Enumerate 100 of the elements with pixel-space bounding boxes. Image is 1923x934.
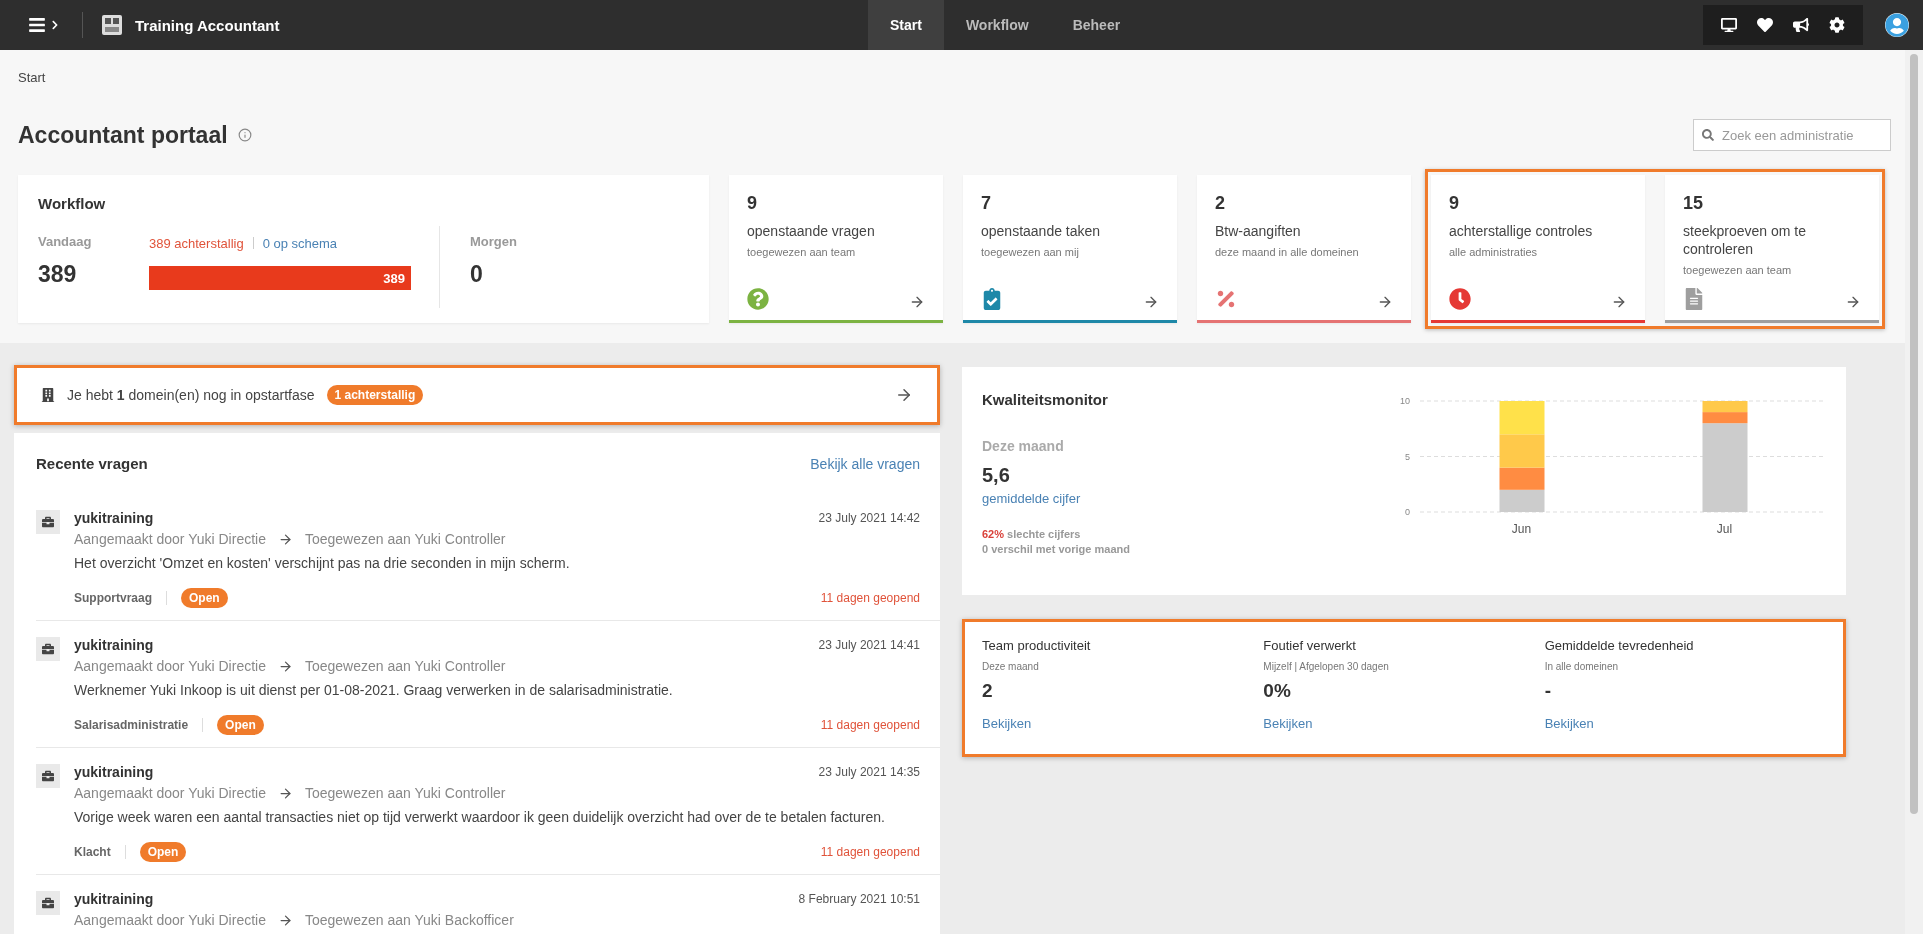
notice-bar[interactable]: Je hebt 1 domein(en) nog in opstartfase 1 achterstallig <box>14 365 940 425</box>
date-time: 23 July 2021 14:41 <box>818 638 920 652</box>
status-badge: 1 achterstallig <box>326 385 424 405</box>
status-badge: Open <box>139 842 187 862</box>
megaphone-icon[interactable] <box>1793 17 1809 33</box>
arrow-right-icon <box>277 785 293 801</box>
label: Morgen <box>470 234 517 249</box>
arrow-right-icon <box>1845 294 1861 310</box>
created-by: Aangemaakt door Yuki Directie <box>74 658 266 674</box>
progress-fill: 389 <box>149 266 411 290</box>
age-text: 11 dagen geopend <box>820 591 920 605</box>
bar-segment <box>1702 401 1748 413</box>
company-name: yukitraining <box>74 891 154 907</box>
assigned-to: Toegewezen aan Yuki Controller <box>304 658 506 674</box>
category: Klacht <box>74 845 126 859</box>
nav-tab[interactable]: Start <box>868 0 944 50</box>
arrow-right-icon <box>1377 294 1393 310</box>
score-link[interactable]: gemiddelde cijfer <box>982 491 1390 506</box>
company-name: yukitraining <box>74 510 154 526</box>
created-by: Aangemaakt door Yuki Directie <box>74 785 266 801</box>
axis-category-label: Jul <box>1716 522 1733 536</box>
summary-card[interactable]: 7 openstaande taken toegewezen aan mij <box>963 175 1177 323</box>
card-count: 7 <box>981 193 992 214</box>
card-subtitle: deze maand in alle domeinen <box>1215 246 1360 259</box>
arrow-right-icon <box>277 531 293 547</box>
summary-card[interactable]: 2 Btw-aangiften deze maand in alle domeinen <box>1197 175 1411 323</box>
category: Salarisadministratie <box>74 718 204 732</box>
notice-text: Je hebt 1 domein(en) nog in opstartfase <box>67 387 315 403</box>
assigned-to: Toegewezen aan Yuki Controller <box>304 531 506 547</box>
monitor-icon[interactable] <box>1721 17 1737 33</box>
card-count: 9 <box>747 193 758 214</box>
stat-title: Foutief verwerkt <box>1263 638 1357 653</box>
user-avatar-icon[interactable] <box>1885 13 1909 37</box>
arrow-right-icon <box>1611 294 1627 310</box>
tomorrow-value: 0 <box>470 261 484 288</box>
card-subtitle: toegewezen aan team <box>747 246 857 259</box>
stat-value: 0% <box>1263 680 1292 702</box>
assigned-to: Toegewezen aan Yuki Backofficer <box>304 912 514 928</box>
arrow-right-icon <box>277 912 293 928</box>
axis-tick-label: 10 <box>1400 396 1410 406</box>
today-value: 389 <box>38 261 78 288</box>
card-title: Btw-aangiften <box>1215 222 1302 241</box>
date-time: 23 July 2021 14:35 <box>818 765 920 779</box>
heart-icon[interactable] <box>1757 17 1773 33</box>
view-link[interactable]: Bekijken <box>1263 716 1545 731</box>
bar-segment <box>1499 401 1545 435</box>
company-name: yukitraining <box>74 637 154 653</box>
stat-subtitle: Deze maand <box>982 661 1040 672</box>
summary-card[interactable]: 15 steekproeven om te controleren toegewezen aan team <box>1665 175 1879 323</box>
age-text: 11 dagen geopend <box>820 845 920 859</box>
arrow-right-icon <box>277 658 293 674</box>
briefcase-icon <box>36 764 60 788</box>
axis-category-label: Jun <box>1511 522 1532 536</box>
view-link[interactable]: Bekijken <box>982 716 1264 731</box>
axis-tick-label: 0 <box>1405 507 1410 517</box>
date-time: 8 February 2021 10:51 <box>798 892 920 906</box>
created-by: Aangemaakt door Yuki Directie <box>74 912 266 928</box>
menu-icon <box>28 16 46 34</box>
stat-subtitle: In alle domeinen <box>1544 661 1620 672</box>
date-time: 23 July 2021 14:42 <box>818 511 920 525</box>
card-title: Workflow <box>38 195 107 212</box>
question-text: Vorige week waren een aantal transacties niet op tijd verwerkt waardoor ik geen duidelijk overzicht had over de te betalen facturen. <box>74 809 886 825</box>
category: Supportvraag <box>74 591 167 605</box>
assigned-to: Toegewezen aan Yuki Controller <box>304 785 506 801</box>
view-link[interactable]: Bekijken <box>1544 716 1826 731</box>
bar-segment <box>1499 489 1545 512</box>
company-name: yukitraining <box>74 764 154 780</box>
axis-tick-label: 5 <box>1405 451 1410 462</box>
card-title: openstaande taken <box>981 222 1102 241</box>
stat-subtitle: Mijzelf | Afgelopen 30 dagen <box>1263 661 1390 672</box>
app-title: Training Accountant <box>135 16 280 34</box>
status-badge: Open <box>217 715 264 735</box>
breadcrumb[interactable]: Start <box>18 70 1891 85</box>
settings-icon[interactable] <box>1829 17 1845 33</box>
nav-tab[interactable]: Workflow <box>943 0 1051 50</box>
arrow-right-icon <box>1143 294 1159 310</box>
arrow-right-icon <box>895 386 913 404</box>
summary-card[interactable]: 9 achterstallige controles alle administraties <box>1431 175 1645 323</box>
nav-tab[interactable]: Beheer <box>1050 0 1143 50</box>
view-all-link[interactable]: Bekijk alle vragen <box>810 455 920 472</box>
clock-icon <box>1449 288 1471 310</box>
status-badge: Open <box>181 588 228 608</box>
briefcase-icon <box>36 510 60 534</box>
search-field[interactable]: Zoek een administratie <box>1693 119 1891 151</box>
question-text: Werknemer Yuki Inkoop is uit dienst per 01-08-2021. Graag verwerken in de salarisadministratie. <box>74 682 674 698</box>
card-title: achterstallige controles <box>1449 222 1594 241</box>
bad-score-text: 62% slechte cijfers <box>982 528 1082 540</box>
clipboard-check-icon <box>981 288 1003 310</box>
overdue-link[interactable]: 389 achterstallig <box>149 236 244 251</box>
question-text: Het overzicht 'Omzet en kosten' verschijnt pas na drie seconden in mijn scherm. <box>74 555 571 571</box>
age-text: 11 dagen geopend <box>820 718 920 732</box>
difference-text: 0 verschil met vorige maand <box>982 543 1131 555</box>
card-subtitle: toegewezen aan mij <box>981 246 1080 259</box>
summary-card[interactable]: 9 openstaande vragen toegewezen aan team <box>729 175 943 323</box>
info-icon[interactable] <box>237 128 252 142</box>
building-icon <box>41 388 55 402</box>
briefcase-icon <box>36 637 60 661</box>
percent-icon <box>1215 288 1237 310</box>
logo-icon <box>101 14 123 36</box>
on-schedule-link[interactable]: 0 op schema <box>262 236 338 251</box>
